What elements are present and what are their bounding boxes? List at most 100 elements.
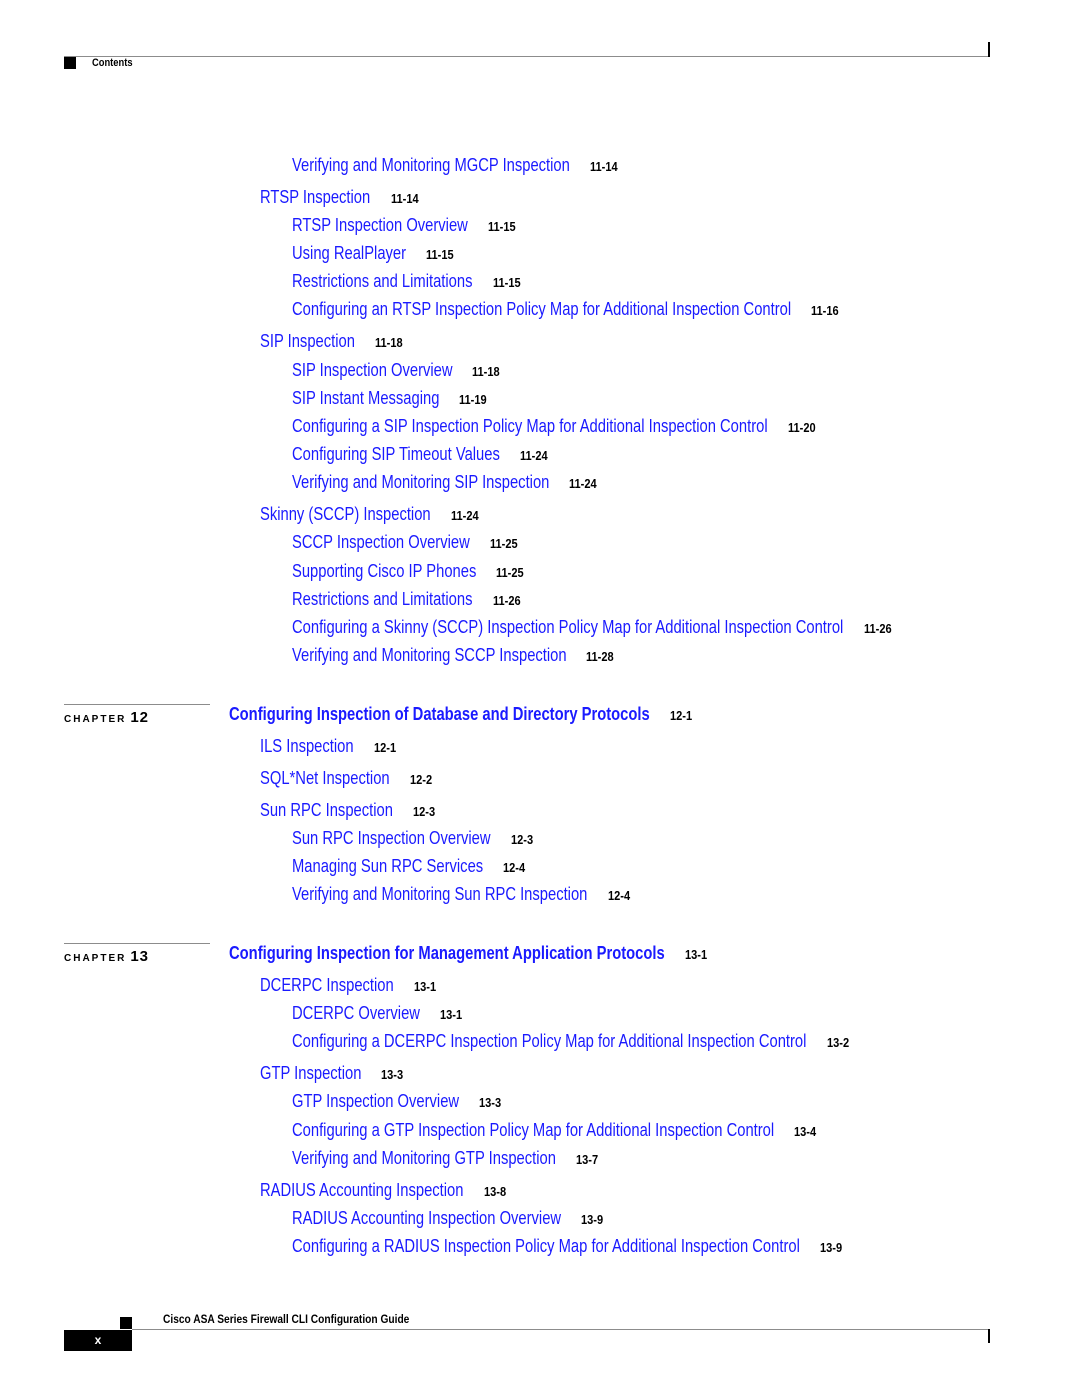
chapter-word: CHAPTER <box>64 714 127 725</box>
toc-entry-title[interactable]: Configuring a Skinny (SCCP) Inspection P… <box>292 617 843 637</box>
toc-entry[interactable]: Restrictions and Limitations 11-15 <box>292 271 525 293</box>
toc-entry[interactable]: ILS Inspection 12-1 <box>260 736 400 758</box>
toc-entry[interactable]: SCCP Inspection Overview 11-25 <box>292 532 522 554</box>
toc-entry-title[interactable]: GTP Inspection <box>260 1063 361 1083</box>
toc-entry[interactable]: DCERPC Inspection 13-1 <box>260 975 440 997</box>
toc-entry-page: 11-24 <box>569 476 597 491</box>
toc-entry-title[interactable]: Verifying and Monitoring SCCP Inspection <box>292 645 567 665</box>
toc-entry-page: 11-24 <box>520 448 549 463</box>
toc-entry-title[interactable]: Sun RPC Inspection <box>260 800 393 820</box>
toc-entry[interactable]: Restrictions and Limitations 11-26 <box>292 589 525 611</box>
footer-rule <box>132 1329 990 1330</box>
toc-entry-page: 11-19 <box>459 392 487 407</box>
toc-entry-page: 12-1 <box>373 740 396 755</box>
toc-entry-title[interactable]: RADIUS Accounting Inspection <box>260 1180 463 1200</box>
toc-entry-title[interactable]: Skinny (SCCP) Inspection <box>260 504 431 524</box>
toc-entry[interactable]: Using RealPlayer 11-15 <box>292 243 459 265</box>
toc-entry-title[interactable]: Verifying and Monitoring MGCP Inspection <box>292 155 570 175</box>
toc-entry-page: 12-4 <box>503 860 526 875</box>
toc-entry-title[interactable]: RTSP Inspection <box>260 187 370 207</box>
chapter-title-entry[interactable]: Configuring Inspection for Management Ap… <box>229 943 711 965</box>
toc-entry[interactable]: Configuring a Skinny (SCCP) Inspection P… <box>292 617 896 639</box>
toc-entry[interactable]: Configuring a GTP Inspection Policy Map … <box>292 1120 820 1142</box>
toc-entry[interactable]: Verifying and Monitoring SIP Inspection 1… <box>292 472 602 494</box>
toc-entry[interactable]: RADIUS Accounting Inspection 13-8 <box>260 1180 510 1202</box>
toc-entry-title[interactable]: Verifying and Monitoring Sun RPC Inspect… <box>292 884 587 904</box>
toc-entry-title[interactable]: GTP Inspection Overview <box>292 1091 459 1111</box>
toc-entry-title[interactable]: Restrictions and Limitations <box>292 589 472 609</box>
toc-entry-title[interactable]: Configuring a SIP Inspection Policy Map … <box>292 416 768 436</box>
toc-entry[interactable]: Configuring SIP Timeout Values 11-24 <box>292 444 553 466</box>
toc-entry-page: 11-14 <box>390 191 419 206</box>
chapter-title[interactable]: Configuring Inspection of Database and D… <box>229 704 650 724</box>
toc-entry-title[interactable]: Configuring a RADIUS Inspection Policy M… <box>292 1236 800 1256</box>
toc-entry-page: 13-3 <box>478 1095 501 1110</box>
toc-entry[interactable]: RADIUS Accounting Inspection Overview 13-… <box>292 1208 607 1230</box>
toc-entry[interactable]: Sun RPC Inspection 12-3 <box>260 800 439 822</box>
toc-entry[interactable]: Managing Sun RPC Services 12-4 <box>292 856 529 878</box>
toc-entry-title[interactable]: DCERPC Inspection <box>260 975 394 995</box>
toc-entry-page: 13-9 <box>820 1240 843 1255</box>
toc-entry-title[interactable]: ILS Inspection <box>260 736 354 756</box>
toc-entry[interactable]: SIP Inspection Overview 11-18 <box>292 360 505 382</box>
toc-entry-page: 13-3 <box>381 1067 404 1082</box>
toc-entry[interactable]: GTP Inspection 13-3 <box>260 1063 407 1085</box>
chapter-number: 12 <box>130 709 150 726</box>
toc-entry-title[interactable]: Configuring SIP Timeout Values <box>292 444 500 464</box>
chapter-word: CHAPTER <box>64 953 127 964</box>
toc-entry-title[interactable]: DCERPC Overview <box>292 1003 420 1023</box>
toc-entry-page: 12-3 <box>510 832 533 847</box>
toc-entry-title[interactable]: RADIUS Accounting Inspection Overview <box>292 1208 561 1228</box>
chapter-title-entry[interactable]: Configuring Inspection of Database and D… <box>229 704 696 726</box>
toc-entry[interactable]: Configuring an RTSP Inspection Policy Ma… <box>292 299 843 321</box>
toc-entry[interactable]: Skinny (SCCP) Inspection 11-24 <box>260 504 483 526</box>
toc-entry-title[interactable]: SIP Instant Messaging <box>292 388 439 408</box>
toc-entry[interactable]: Verifying and Monitoring SCCP Inspection… <box>292 645 619 667</box>
toc-entry-title[interactable]: Restrictions and Limitations <box>292 271 472 291</box>
toc-entry-page: 13-1 <box>439 1007 463 1022</box>
toc-entry-page: 11-14 <box>589 159 618 174</box>
toc-entry-page: 11-18 <box>374 335 403 350</box>
toc-entry[interactable]: RTSP Inspection Overview 11-15 <box>292 215 521 237</box>
toc-entry[interactable]: SQL*Net Inspection 12-2 <box>260 768 436 790</box>
toc-entry-title[interactable]: Verifying and Monitoring GTP Inspection <box>292 1148 556 1168</box>
toc-entry-page: 11-15 <box>488 219 516 234</box>
header-tick <box>988 42 990 57</box>
toc-entry-title[interactable]: SIP Inspection <box>260 331 355 351</box>
toc-entry-page: 13-1 <box>413 979 436 994</box>
toc-entry-title[interactable]: RTSP Inspection Overview <box>292 215 468 235</box>
toc-entry[interactable]: SIP Instant Messaging 11-19 <box>292 388 492 410</box>
chapter-title[interactable]: Configuring Inspection for Management Ap… <box>229 943 665 963</box>
toc-entry-page: 11-16 <box>810 303 839 318</box>
toc-entry[interactable]: Verifying and Monitoring MGCP Inspection… <box>292 155 622 177</box>
chapter-label: CHAPTER 12 <box>64 709 149 726</box>
toc-entry-title[interactable]: Configuring a DCERPC Inspection Policy M… <box>292 1031 806 1051</box>
toc-entry-title[interactable]: Managing Sun RPC Services <box>292 856 483 876</box>
toc-entry[interactable]: Verifying and Monitoring GTP Inspection 1… <box>292 1148 602 1170</box>
footer-tick <box>988 1329 990 1343</box>
toc-entry[interactable]: Configuring a DCERPC Inspection Policy M… <box>292 1031 853 1053</box>
toc-entry[interactable]: RTSP Inspection 11-14 <box>260 187 423 209</box>
toc-entry[interactable]: Verifying and Monitoring Sun RPC Inspect… <box>292 884 634 906</box>
toc-entry-title[interactable]: Configuring an RTSP Inspection Policy Ma… <box>292 299 791 319</box>
toc-entry-page: 12-2 <box>409 772 432 787</box>
toc-entry-title[interactable]: Sun RPC Inspection Overview <box>292 828 491 848</box>
toc-entry-title[interactable]: Supporting Cisco IP Phones <box>292 561 476 581</box>
toc-entry[interactable]: GTP Inspection Overview 13-3 <box>292 1091 505 1113</box>
toc-entry-title[interactable]: SCCP Inspection Overview <box>292 532 470 552</box>
toc-entry-page: 11-28 <box>586 649 615 664</box>
toc-entry-title[interactable]: Configuring a GTP Inspection Policy Map … <box>292 1120 774 1140</box>
toc-entry-title[interactable]: Verifying and Monitoring SIP Inspection <box>292 472 549 492</box>
toc-entry-title[interactable]: Using RealPlayer <box>292 243 406 263</box>
toc-entry-title[interactable]: SQL*Net Inspection <box>260 768 390 788</box>
toc-entry[interactable]: Supporting Cisco IP Phones 11-25 <box>292 561 529 583</box>
toc-entry-title[interactable]: SIP Inspection Overview <box>292 360 453 380</box>
toc-entry[interactable]: Configuring a RADIUS Inspection Policy M… <box>292 1236 846 1258</box>
toc-entry[interactable]: DCERPC Overview 13-1 <box>292 1003 466 1025</box>
toc-entry[interactable]: SIP Inspection 11-18 <box>260 331 407 353</box>
header-marker <box>64 57 76 69</box>
toc-entry-page: 11-15 <box>426 247 454 262</box>
toc-entry[interactable]: Configuring a SIP Inspection Policy Map … <box>292 416 820 438</box>
toc-entry-page: 11-20 <box>787 420 816 435</box>
toc-entry[interactable]: Sun RPC Inspection Overview 12-3 <box>292 828 537 850</box>
